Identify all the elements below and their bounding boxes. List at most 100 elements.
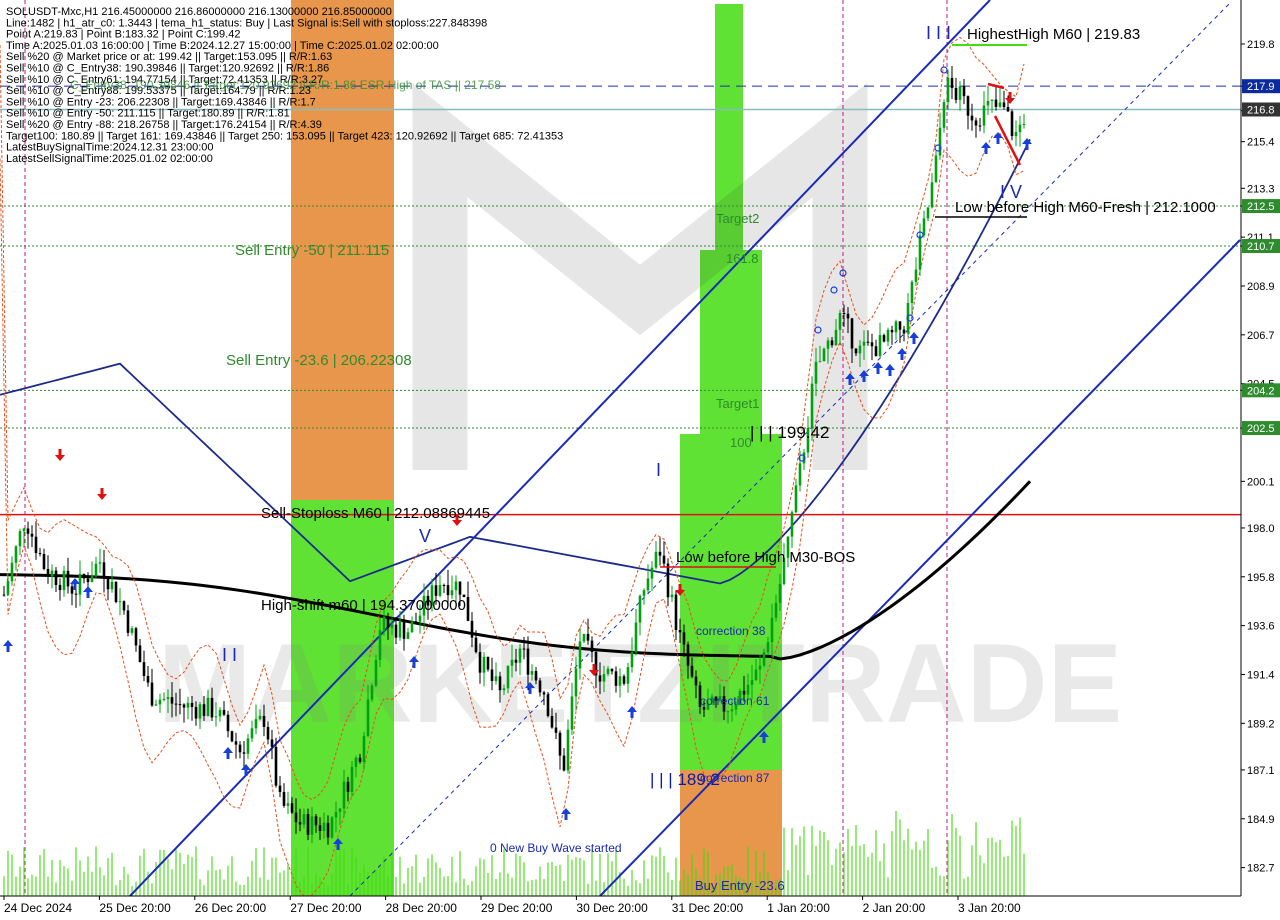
candle-body (878, 335, 882, 357)
header-info-line: SOLUSDT-Mxc,H1 216.45000000 216.86000000… (6, 6, 392, 18)
candle-body (398, 621, 402, 638)
candle-body (114, 581, 118, 603)
header-info-line: LatestSellSignalTime:2025.01.02 02:00:00 (6, 153, 213, 165)
candle-body (978, 125, 982, 127)
candle-body (950, 77, 954, 88)
candle-body (638, 595, 642, 623)
candle-body (658, 551, 662, 556)
price-tick-label: 198.0 (1247, 523, 1275, 535)
price-tag-label: 210.7 (1247, 241, 1275, 253)
candle-body (414, 621, 418, 623)
candle-body (494, 676, 498, 682)
candle-body (394, 624, 398, 638)
candle-body (542, 692, 546, 695)
candle-body (998, 102, 1002, 107)
candle-body (830, 340, 834, 346)
candle-body (1006, 106, 1010, 112)
candle-body (570, 696, 574, 730)
candle-body (218, 709, 222, 717)
candle-body (482, 656, 486, 673)
target1-label: Target1 (716, 396, 759, 411)
header-info-line: Time A:2025.01.03 16:00:00 | Time B:2024… (6, 40, 439, 52)
candle-body (854, 348, 858, 354)
candle-body (98, 562, 102, 564)
candle-body (126, 610, 130, 633)
candle-body (278, 785, 282, 792)
price-chart[interactable]: MARKETZITRADE HighestHigh M60 | 219.83 L… (0, 0, 1280, 920)
candle-body (634, 622, 638, 653)
time-tick-label: 3 Jan 20:00 (958, 901, 1021, 915)
buy-entry-label: Buy Entry -23.6 (695, 878, 785, 893)
candle-body (382, 616, 386, 631)
candle-body (286, 803, 290, 806)
candle-body (358, 757, 362, 762)
candle-body (138, 645, 142, 663)
header-info-line: Sell %10 @ Entry -23: 206.22308 || Targe… (6, 96, 316, 108)
candle-body (214, 716, 218, 718)
candle-body (266, 726, 270, 740)
candle-body (410, 621, 414, 633)
candle-body (522, 648, 526, 650)
candle-body (550, 716, 554, 728)
candle-body (466, 597, 470, 621)
candle-body (74, 593, 78, 595)
price-axis: 219.8217.9216.8215.4213.3212.5211.1210.7… (1240, 0, 1280, 920)
candle-body (518, 648, 522, 663)
candle-body (1002, 102, 1006, 107)
candle-body (198, 704, 202, 719)
candle-body (530, 671, 534, 675)
header-info-line: Sell %10 @ Entry -50: 211.115 || Target:… (6, 108, 290, 120)
price-tick-label: 215.4 (1247, 137, 1275, 149)
fib-161-label: 161.8 (726, 251, 759, 266)
candle-body (470, 620, 474, 638)
candle-body (178, 704, 182, 706)
candle-body (154, 704, 158, 706)
candle-body (586, 633, 590, 641)
candle-body (478, 652, 482, 673)
candle-body (750, 680, 754, 685)
candle-body (894, 321, 898, 333)
candle-body (826, 340, 830, 349)
header-overlap-text: C_Entry38: 190.39846 || Target:120.92692… (70, 78, 501, 92)
header-info-line: Line:1482 | h1_atr_c0: 1.3443 | tema_h1_… (6, 17, 487, 29)
candle-body (554, 727, 558, 733)
candle-body (450, 590, 454, 596)
price-tick-label: 191.4 (1247, 669, 1275, 681)
price-tick-label: 193.6 (1247, 621, 1275, 633)
candle-body (694, 676, 698, 686)
candle-body (146, 675, 150, 683)
candle-body (90, 576, 94, 583)
candle-body (886, 329, 890, 342)
candle-body (758, 665, 762, 670)
candle-body (318, 825, 322, 831)
candle-body (618, 676, 622, 686)
candle-body (626, 667, 630, 684)
high-shift-label: High-shift m60 | 194.37000000 (261, 597, 466, 614)
candle-body (510, 659, 514, 666)
candle-body (18, 531, 22, 547)
candle-body (310, 816, 314, 835)
candle-body (562, 755, 566, 771)
candle-body (270, 739, 274, 747)
price-tick-label: 187.1 (1247, 765, 1275, 777)
candle-body (250, 728, 254, 739)
wave-1-label: I (656, 460, 661, 480)
candle-body (326, 822, 330, 838)
price-tag-label: 212.5 (1247, 201, 1275, 213)
candle-body (850, 318, 854, 349)
time-axis: 24 Dec 2024 25 Dec 20:00 26 Dec 20:00 27 De… (0, 895, 1280, 920)
candle-body (290, 803, 294, 813)
wave-5-label: V (419, 526, 431, 546)
candle-body (922, 218, 926, 236)
time-tick-label: 1 Jan 20:00 (767, 901, 830, 915)
candle-body (438, 585, 442, 596)
candle-body (454, 581, 458, 591)
candle-body (646, 578, 650, 591)
candle-body (2, 594, 6, 596)
candle-body (566, 729, 570, 771)
candle-body (926, 207, 930, 219)
candle-body (954, 87, 958, 100)
candle-body (150, 682, 154, 706)
candle-body (918, 235, 922, 270)
candle-body (322, 822, 326, 831)
